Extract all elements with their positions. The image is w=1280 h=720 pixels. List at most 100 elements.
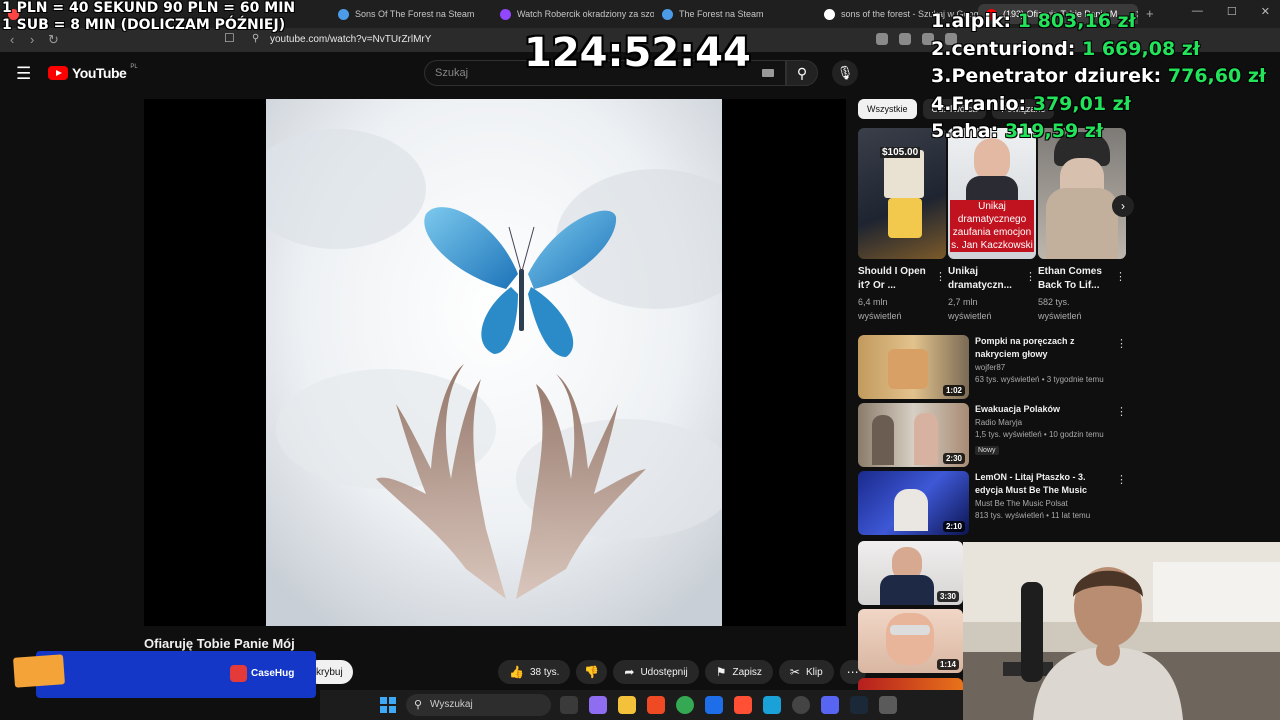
sponsor-logo: CaseHug: [230, 665, 294, 682]
file-explorer-icon[interactable]: [618, 696, 636, 714]
case-box-icon: [13, 654, 65, 688]
video-meta: 63 tys. wyświetleń • 3 tygodnie temu: [975, 375, 1104, 384]
microphone-icon: 🎙: [836, 65, 854, 80]
voice-search-button[interactable]: 🎙: [832, 60, 858, 86]
chrome-icon[interactable]: [676, 696, 694, 714]
browser-tab[interactable]: The Forest na Steam: [654, 4, 816, 24]
related-video[interactable]: 1:02 Pompki na poręczach z nakryciem gło…: [858, 335, 1130, 399]
steam-icon: [338, 8, 349, 20]
tab-label: Sons Of The Forest na Steam: [355, 9, 475, 19]
sponsor-name: CaseHug: [251, 668, 295, 679]
steam-icon: [662, 8, 673, 20]
video-thumbnail: 1:14: [858, 609, 963, 673]
url-field[interactable]: youtube.com/watch?v=NvTUrZrlMrY: [270, 34, 431, 45]
site-info-icon[interactable]: ⚲: [252, 33, 259, 44]
keyboard-icon[interactable]: [762, 69, 774, 77]
video-thumbnail-partial[interactable]: [858, 678, 963, 690]
more-vert-icon[interactable]: ⋮: [935, 270, 946, 283]
share-label: Udostępnij: [640, 666, 688, 678]
obs-icon[interactable]: [792, 696, 810, 714]
more-vert-icon[interactable]: ⋮: [1025, 270, 1036, 283]
short-item[interactable]: Ethan Comes Back To Lif... 582 tys. wyśw…: [1038, 128, 1126, 323]
video-thumbnail: 1:02: [858, 335, 969, 399]
search-icon: ⚲: [414, 699, 423, 711]
short-views: 2,7 mln wyświetleń: [948, 297, 992, 321]
taskbar-search[interactable]: ⚲ Wyszukaj: [406, 694, 551, 716]
youtube-logo[interactable]: YouTube PL: [48, 64, 138, 81]
subscribe-label: krybuj: [316, 666, 343, 678]
clip-button[interactable]: ✂ Klip: [778, 660, 834, 684]
video-title: Pompki na poręczach z nakryciem głowy: [975, 336, 1075, 359]
channel-name[interactable]: Must Be The Music Polsat: [975, 499, 1111, 508]
webcam-feed: [963, 542, 1280, 720]
video-actions: 👍 38 tys. 👎 ➦ Udostępnij ⚑ Zapisz ✂ Klip…: [498, 660, 866, 684]
short-overlay-text: Unikaj dramatycznego zaufania emocjon s.…: [950, 200, 1034, 252]
like-button[interactable]: 👍 38 tys.: [498, 660, 571, 684]
more-vert-icon[interactable]: ⋮: [1116, 405, 1127, 418]
channel-name[interactable]: wojfer87: [975, 363, 1111, 372]
short-thumbnail: Unikaj dramatycznego zaufania emocjon s.…: [948, 128, 1036, 259]
search-placeholder: Szukaj: [435, 67, 469, 79]
related-video[interactable]: 2:10 LemON - Litaj Ptaszko - 3. edycja M…: [858, 471, 1130, 535]
duration-badge: 1:02: [942, 385, 965, 396]
like-count: 38 tys.: [529, 666, 560, 678]
short-item[interactable]: Unikaj dramatycznego zaufania emocjon s.…: [948, 128, 1036, 323]
brave-icon[interactable]: [647, 696, 665, 714]
leaderboard-entry: 5.aha: 319,59 zł: [931, 120, 1103, 142]
chevron-right-icon: ›: [1121, 199, 1125, 213]
thumbs-up-icon: 👍: [509, 665, 524, 679]
video-player[interactable]: [144, 99, 846, 626]
calculator-icon[interactable]: [879, 696, 897, 714]
bookmark-icon: ⚑: [715, 665, 727, 679]
discord-icon[interactable]: [821, 696, 839, 714]
search-button[interactable]: ⚲: [786, 60, 818, 86]
short-views: 6,4 mln wyświetleń: [858, 297, 902, 321]
video-thumbnail: 2:10: [858, 471, 969, 535]
video-frame: [266, 99, 722, 626]
task-view-icon[interactable]: [560, 696, 578, 714]
start-menu-icon[interactable]: [380, 697, 396, 713]
twitch-icon: [500, 8, 511, 20]
notepad-icon[interactable]: [763, 696, 781, 714]
subathon-timer: 124:52:44: [524, 30, 751, 76]
short-thumbnail: [1038, 128, 1126, 259]
more-vert-icon[interactable]: ⋮: [1115, 270, 1126, 283]
tab-label: The Forest na Steam: [679, 9, 764, 19]
shorts-next-button[interactable]: ›: [1112, 195, 1134, 217]
video-meta: 1,5 tys. wyświetleń • 10 godzin temu: [975, 430, 1104, 439]
cast-icon[interactable]: [876, 33, 888, 45]
more-vert-icon[interactable]: ⋮: [1116, 473, 1127, 486]
menu-icon[interactable]: ☰: [16, 64, 31, 84]
taskbar-apps: [560, 696, 897, 714]
taskbar-search-label: Wyszukaj: [430, 699, 473, 710]
video-thumbnail: 2:30: [858, 403, 969, 467]
save-button[interactable]: ⚑ Zapisz: [704, 660, 773, 684]
leaderboard-entry: 4.Franio: 379,01 zł: [931, 92, 1131, 115]
copilot-icon[interactable]: [589, 696, 607, 714]
browser-tab[interactable]: Watch Robercik okradziony za szota: [492, 4, 654, 24]
share-icon[interactable]: [899, 33, 911, 45]
more-vert-icon[interactable]: ⋮: [1116, 337, 1127, 350]
browser-tab[interactable]: Sons Of The Forest na Steam: [330, 4, 492, 24]
short-item[interactable]: $105.00 Should I Open it? Or ... 6,4 mln…: [858, 128, 946, 323]
video-meta: 813 tys. wyświetleń • 11 lat temu: [975, 511, 1091, 520]
back-icon[interactable]: ‹: [10, 32, 14, 47]
leaderboard-entry: 3.Penetrator dziurek: 776,60 zł: [931, 65, 1266, 87]
share-icon: ➦: [624, 665, 635, 679]
chip-all[interactable]: Wszystkie: [858, 99, 917, 119]
short-title: Should I Open it? Or ...: [858, 266, 926, 291]
dislike-button[interactable]: 👎: [576, 660, 608, 684]
forward-icon[interactable]: ›: [30, 32, 34, 47]
steam-icon[interactable]: [850, 696, 868, 714]
related-video[interactable]: 2:30 Ewakuacja Polaków Radio Maryja 1,5 …: [858, 403, 1130, 467]
google-icon: [824, 8, 835, 20]
reload-icon[interactable]: ↻: [48, 32, 59, 48]
opera-icon[interactable]: [734, 696, 752, 714]
channel-name[interactable]: Radio Maryja: [975, 418, 1111, 427]
related-video[interactable]: 1:14: [858, 609, 963, 673]
share-button[interactable]: ➦ Udostępnij: [613, 660, 699, 684]
store-icon[interactable]: [705, 696, 723, 714]
related-video[interactable]: 3:30: [858, 541, 963, 605]
country-code: PL: [130, 64, 138, 70]
sponsor-banner[interactable]: CaseHug: [13, 648, 316, 700]
